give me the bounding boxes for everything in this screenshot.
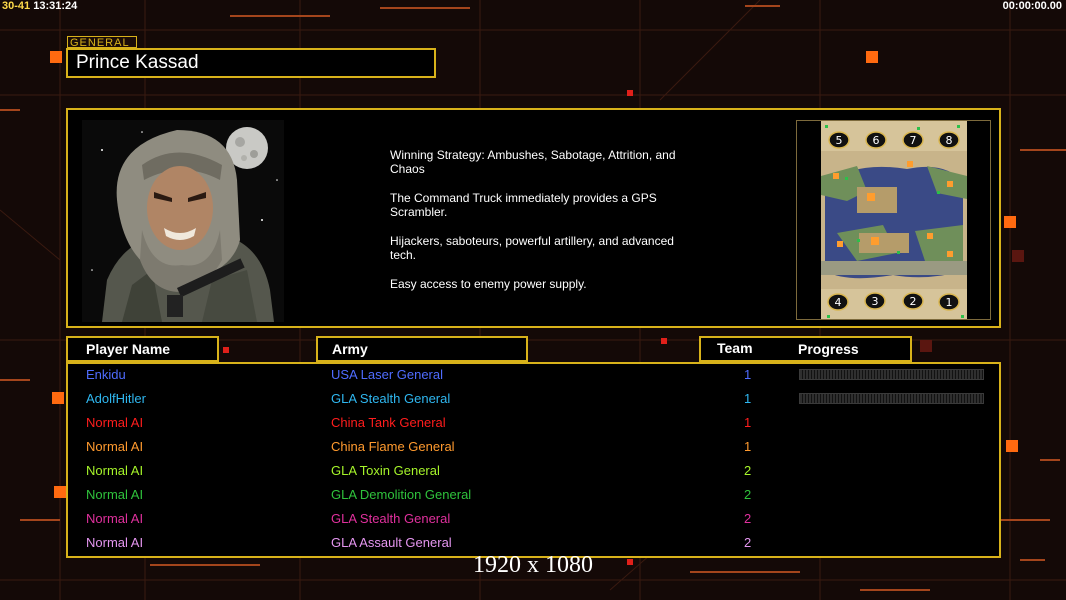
team-header: Team: [717, 340, 753, 356]
player-team: 1: [744, 439, 752, 454]
player-name: Normal AI: [86, 439, 144, 454]
player-name: AdolfHitler: [86, 391, 146, 406]
player-team: 2: [744, 463, 752, 478]
start-slot-8: 8: [946, 134, 953, 147]
player-team: 1: [744, 415, 752, 430]
start-slot-1: 1: [946, 296, 953, 309]
player-row: AdolfHitler GLA Stealth General 1: [68, 389, 999, 409]
start-slot-7: 7: [910, 134, 917, 147]
progress-header: Progress: [798, 341, 859, 357]
player-name-header: Player Name: [66, 336, 219, 362]
game-timer: 00:00:00.00: [1002, 0, 1062, 12]
strategy-line: Hijackers, saboteurs, powerful artillery…: [390, 234, 674, 262]
resolution-label: 1920 x 1080: [473, 552, 593, 578]
player-army: GLA Assault General: [331, 535, 452, 550]
strategy-line: Easy access to enemy power supply.: [390, 277, 587, 291]
player-team: 1: [744, 391, 752, 406]
player-name: Normal AI: [86, 487, 144, 502]
player-row: Normal AI GLA Stealth General 2: [68, 509, 999, 529]
start-slot-2: 2: [910, 295, 917, 308]
portrait-image: [82, 120, 284, 322]
player-progress-bar: [799, 369, 984, 380]
player-name: Enkidu: [86, 367, 126, 382]
general-label: GENERAL: [67, 36, 137, 49]
clock-readout: 30-41 13:31:24: [2, 0, 78, 12]
player-team: 2: [744, 535, 752, 550]
general-strategy-text: Winning Strategy: Ambushes, Sabotage, At…: [390, 148, 700, 306]
player-row: Normal AI China Tank General 1: [68, 413, 999, 433]
player-army: GLA Stealth General: [331, 511, 451, 526]
player-army: USA Laser General: [331, 367, 444, 382]
player-team: 2: [744, 511, 752, 526]
player-army: GLA Demolition General: [331, 487, 472, 502]
player-name: Normal AI: [86, 535, 144, 550]
map-preview: 5 6 7 8 4 3 2 1: [796, 120, 991, 320]
player-name: Normal AI: [86, 511, 144, 526]
team-progress-header: Team Progress: [699, 336, 912, 362]
player-army: GLA Toxin General: [331, 463, 440, 478]
start-slot-5: 5: [836, 134, 843, 147]
player-army: GLA Stealth General: [331, 391, 451, 406]
player-row: Normal AI GLA Demolition General 2: [68, 485, 999, 505]
start-slot-4: 4: [835, 296, 842, 309]
player-name: Normal AI: [86, 415, 144, 430]
general-portrait: [82, 120, 284, 322]
general-info-panel: Winning Strategy: Ambushes, Sabotage, At…: [66, 108, 1001, 328]
player-army: China Tank General: [331, 415, 446, 430]
player-team: 2: [744, 487, 752, 502]
player-row: Normal AI GLA Toxin General 2: [68, 461, 999, 481]
strategy-line: Winning Strategy: Ambushes, Sabotage, At…: [390, 148, 676, 176]
strategy-line: The Command Truck immediately provides a…: [390, 191, 657, 219]
player-row: Enkidu USA Laser General 1: [68, 365, 999, 385]
player-name: Normal AI: [86, 463, 144, 478]
start-slot-6: 6: [873, 134, 880, 147]
general-name: Prince Kassad: [66, 48, 436, 78]
player-row: Normal AI GLA Assault General 2: [68, 533, 999, 553]
player-army: China Flame General: [331, 439, 455, 454]
player-team: 1: [744, 367, 752, 382]
map-image: 5 6 7 8 4 3 2 1: [821, 121, 967, 319]
start-slot-3: 3: [872, 295, 879, 308]
player-roster: Enkidu USA Laser General 1 AdolfHitler GLA S…: [66, 362, 1001, 558]
army-header: Army: [316, 336, 528, 362]
player-row: Normal AI China Flame General 1: [68, 437, 999, 457]
player-progress-bar: [799, 393, 984, 404]
